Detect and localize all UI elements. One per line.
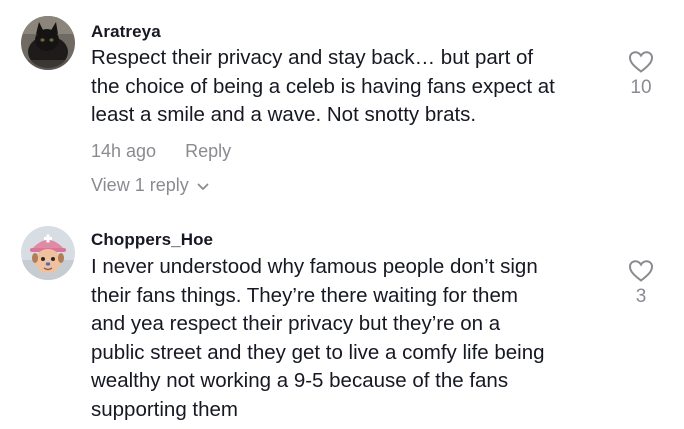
comment-text-line: I never understood why famous people don… bbox=[91, 255, 538, 278]
like-button[interactable]: 10 bbox=[621, 50, 661, 99]
username[interactable]: Aratreya bbox=[91, 22, 161, 42]
timestamp: 14h ago bbox=[91, 141, 157, 161]
chopper-character-avatar-icon bbox=[21, 226, 75, 280]
view-replies-label: View 1 reply bbox=[91, 175, 189, 195]
comment-text-line: least a smile and a wave. Not snotty bra… bbox=[91, 103, 477, 126]
heart-outline-icon bbox=[621, 50, 661, 74]
reply-button[interactable]: Reply bbox=[185, 141, 231, 161]
comment-meta: 14h ago Reply bbox=[91, 141, 231, 162]
comment-text-line: wealthy not working a 9-5 because of the… bbox=[91, 369, 509, 392]
comment-text-line: supporting them bbox=[91, 397, 239, 421]
comment-text-line: their fans things. They’re there waiting… bbox=[91, 283, 518, 307]
comment-text-line: public street and they get to live a com… bbox=[91, 340, 545, 364]
username[interactable]: Choppers_Hoe bbox=[91, 230, 213, 250]
chevron-down-icon bbox=[197, 175, 209, 196]
comment-text-line: Respect their privacy and stay back… but… bbox=[91, 46, 534, 69]
black-cat-avatar-icon bbox=[21, 16, 75, 70]
avatar[interactable] bbox=[21, 16, 75, 70]
avatar[interactable] bbox=[21, 226, 75, 280]
comment-text: Respect their privacy and stay back… but… bbox=[91, 44, 555, 130]
view-replies-button[interactable]: View 1 reply bbox=[91, 175, 209, 196]
like-count: 3 bbox=[635, 286, 647, 307]
like-count: 10 bbox=[630, 77, 652, 98]
comment-text: I never understood why famous people don… bbox=[91, 253, 545, 424]
comment-text-line: and yea respect their privacy but they’r… bbox=[91, 312, 501, 335]
heart-outline-icon bbox=[621, 259, 661, 283]
comment-text-line: the choice of being a celeb is having fa… bbox=[91, 74, 555, 98]
like-button[interactable]: 3 bbox=[621, 259, 661, 308]
